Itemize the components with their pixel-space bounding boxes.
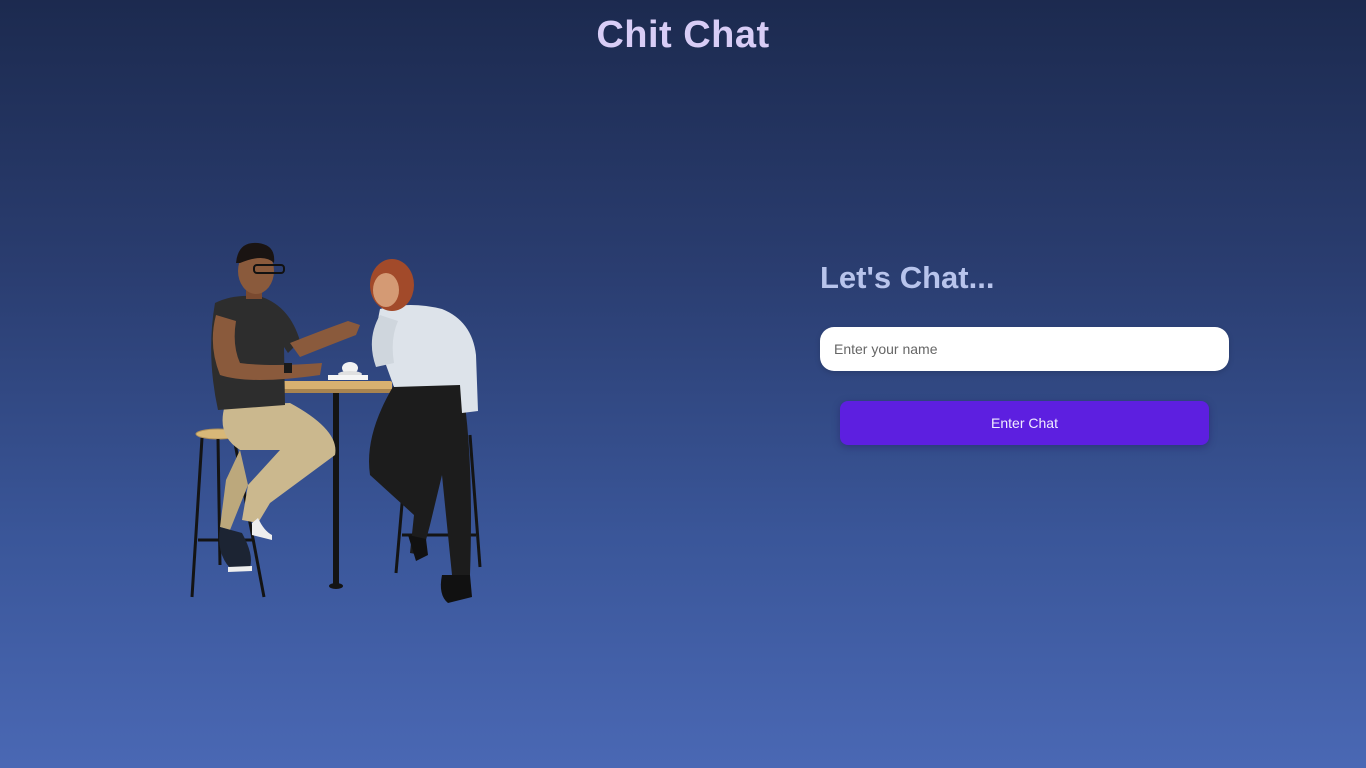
login-panel: Let's Chat... Enter Chat: [820, 258, 1229, 445]
name-input[interactable]: [820, 327, 1229, 371]
enter-chat-button[interactable]: Enter Chat: [840, 401, 1209, 445]
chatting-people-illustration: [180, 235, 500, 610]
app-title: Chit Chat: [596, 14, 770, 56]
form-heading: Let's Chat...: [820, 260, 995, 295]
woman-figure: [369, 259, 478, 603]
